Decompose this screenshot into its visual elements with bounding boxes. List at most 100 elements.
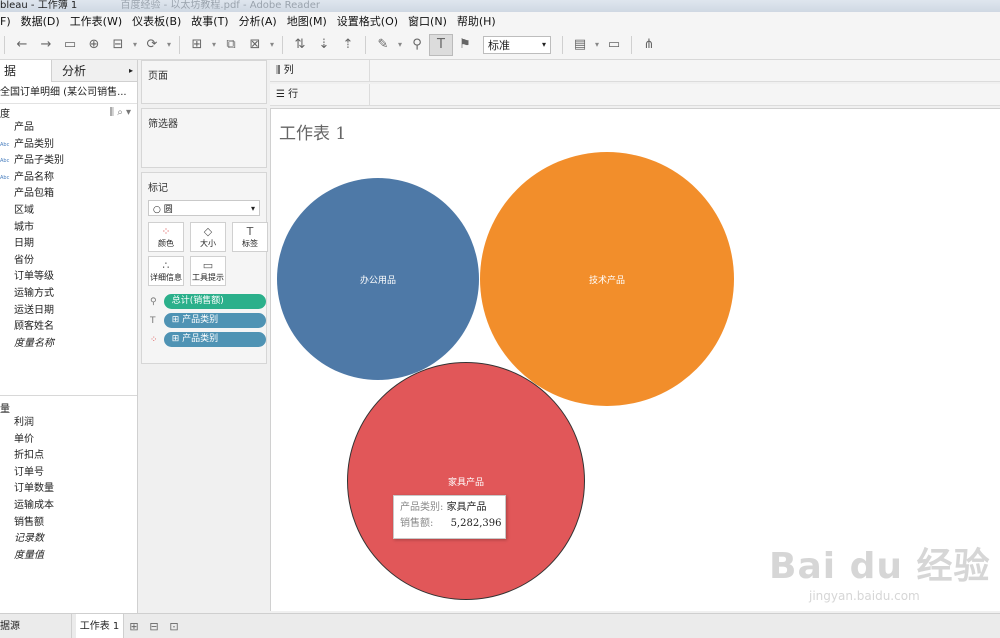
- fix-axes-icon[interactable]: ⚑: [453, 34, 477, 56]
- chevron-down-icon[interactable]: ▾: [209, 34, 219, 56]
- dimension-field-label: 产品类别: [14, 138, 54, 150]
- dimension-field[interactable]: 城市: [0, 220, 137, 237]
- measure-field[interactable]: 运输成本: [0, 498, 137, 515]
- datasource-item[interactable]: 全国订单明细 (某公司销售...: [0, 82, 137, 104]
- dimension-field[interactable]: Abc 产品类别: [0, 137, 137, 154]
- swap-axes-icon[interactable]: ⇅: [288, 34, 312, 56]
- dimension-field[interactable]: 顾客姓名: [0, 319, 137, 336]
- new-dashboard-icon[interactable]: ⊟: [144, 620, 164, 633]
- chevron-down-icon: ▾: [541, 40, 546, 49]
- dimension-field[interactable]: 运输方式: [0, 286, 137, 303]
- color-button-label: 颜色: [158, 238, 174, 248]
- tab-analysis[interactable]: 分析 ▸: [52, 60, 137, 82]
- share-icon[interactable]: ⋔: [637, 34, 661, 56]
- measure-field-label: 订单号: [14, 466, 44, 478]
- rows-shelf[interactable]: ☰ 行: [270, 83, 1000, 106]
- clear-sheet-icon[interactable]: ⊠: [243, 34, 267, 56]
- measure-field[interactable]: 订单号: [0, 465, 137, 482]
- measure-field[interactable]: 度量值: [0, 548, 137, 565]
- tab-data[interactable]: 据: [0, 60, 52, 82]
- measure-field-label: 订单数量: [14, 483, 54, 495]
- chevron-down-icon[interactable]: ▾: [267, 34, 277, 56]
- measure-field[interactable]: 折扣点: [0, 448, 137, 465]
- dimension-field[interactable]: 运送日期: [0, 303, 137, 320]
- label-button-label: 标签: [242, 238, 258, 248]
- dimension-field[interactable]: 区域: [0, 203, 137, 220]
- menu-data[interactable]: 数据(D): [16, 13, 65, 29]
- measure-field[interactable]: 销售额: [0, 515, 137, 532]
- pages-card[interactable]: 页面: [141, 60, 267, 104]
- menu-dashboard[interactable]: 仪表板(B): [127, 13, 186, 29]
- columns-shelf[interactable]: ⫼ 列: [270, 59, 1000, 82]
- save-icon[interactable]: ▭: [58, 34, 82, 56]
- refresh-icon[interactable]: ⟳: [140, 34, 164, 56]
- duplicate-sheet-icon[interactable]: ⧉: [219, 34, 243, 56]
- new-worksheet-icon[interactable]: ⊞: [185, 34, 209, 56]
- detail-button[interactable]: ∴ 详细信息: [148, 256, 184, 286]
- redo-icon[interactable]: →: [34, 34, 58, 56]
- mark-type-select[interactable]: ○ 圆 ▾: [148, 200, 260, 216]
- dimension-field[interactable]: 日期: [0, 236, 137, 253]
- measure-field[interactable]: 记录数: [0, 531, 137, 548]
- dimension-field[interactable]: 订单等级: [0, 269, 137, 286]
- label-pill[interactable]: ⊞ 产品类别: [163, 313, 266, 328]
- sort-descending-icon[interactable]: ⇡: [336, 34, 360, 56]
- color-button[interactable]: ⁘ 颜色: [148, 222, 184, 252]
- presentation-mode-icon[interactable]: ▭: [602, 34, 626, 56]
- tooltip-button-label: 工具提示: [192, 272, 224, 282]
- menu-analysis[interactable]: 分析(A): [234, 13, 282, 29]
- measure-field[interactable]: 单价: [0, 432, 137, 449]
- dimension-field[interactable]: 产品: [0, 120, 137, 137]
- measure-field-label: 运输成本: [14, 499, 54, 511]
- worksheet-canvas[interactable]: 工作表 1 办公用品 技术产品 家具产品 产品类别: 家具产品 销售额: 5,2…: [270, 108, 1000, 611]
- color-pill[interactable]: ⊞ 产品类别: [163, 332, 266, 347]
- sort-ascending-icon[interactable]: ⇣: [312, 34, 336, 56]
- dimension-field[interactable]: Abc 产品子类别: [0, 153, 137, 170]
- new-worksheet-icon[interactable]: ⊞: [124, 620, 144, 633]
- menu-help[interactable]: 帮助(H): [452, 13, 501, 29]
- measure-field[interactable]: 利润: [0, 415, 137, 432]
- dimension-field[interactable]: Abc 产品名称: [0, 170, 137, 187]
- bubble-furniture[interactable]: 家具产品: [347, 362, 585, 600]
- show-cards-icon[interactable]: ▤: [568, 34, 592, 56]
- dimension-field[interactable]: 度量名称: [0, 336, 137, 353]
- dimension-field[interactable]: 省份: [0, 253, 137, 270]
- size-pill[interactable]: 总计(销售额): [163, 294, 266, 309]
- menu-window[interactable]: 窗口(N): [403, 13, 452, 29]
- new-story-icon[interactable]: ⊡: [164, 620, 184, 633]
- menu-story[interactable]: 故事(T): [186, 13, 233, 29]
- label-button[interactable]: T 标签: [232, 222, 268, 252]
- pause-updates-icon[interactable]: ⊟: [106, 34, 130, 56]
- show-labels-icon[interactable]: T: [429, 33, 453, 56]
- chevron-down-icon[interactable]: ▾: [395, 34, 405, 56]
- tooltip-button[interactable]: ▭ 工具提示: [190, 256, 226, 286]
- chevron-down-icon[interactable]: ▾: [130, 34, 140, 56]
- group-icon[interactable]: ⚲: [405, 34, 429, 56]
- dimension-field[interactable]: 产品包箱: [0, 186, 137, 203]
- highlight-icon[interactable]: ✎: [371, 34, 395, 56]
- dimension-field-label: 订单等级: [14, 271, 54, 283]
- background-window-title: 百度经验 - 以太坊教程.pdf - Adobe Reader: [120, 0, 320, 11]
- menu-file[interactable]: F): [0, 15, 16, 28]
- bubble-office-supplies[interactable]: 办公用品: [277, 178, 479, 380]
- size-button[interactable]: ◇ 大小: [190, 222, 226, 252]
- chevron-down-icon[interactable]: ▾: [164, 34, 174, 56]
- search-icon[interactable]: ⫼ ⌕ ▾: [109, 107, 131, 118]
- dimension-field-label: 日期: [14, 238, 34, 250]
- fit-select[interactable]: 标准 ▾: [483, 35, 551, 54]
- rows-shelf-label: ☰ 行: [270, 83, 370, 106]
- detail-icon: ∴: [162, 258, 170, 272]
- label-icon: T: [246, 224, 254, 238]
- menu-map[interactable]: 地图(M): [282, 13, 332, 29]
- bubble-technology[interactable]: 技术产品: [480, 152, 734, 406]
- tab-analysis-label: 分析: [62, 64, 87, 78]
- menu-worksheet[interactable]: 工作表(W): [65, 13, 127, 29]
- measure-field[interactable]: 订单数量: [0, 481, 137, 498]
- new-datasource-icon[interactable]: ⊕: [82, 34, 106, 56]
- datasource-tab[interactable]: 据源: [0, 613, 72, 638]
- menu-format[interactable]: 设置格式(O): [332, 13, 403, 29]
- sheet-tab[interactable]: 工作表 1: [76, 613, 124, 638]
- undo-icon[interactable]: ←: [10, 34, 34, 56]
- filters-card[interactable]: 筛选器: [141, 108, 267, 168]
- chevron-down-icon[interactable]: ▾: [592, 34, 602, 56]
